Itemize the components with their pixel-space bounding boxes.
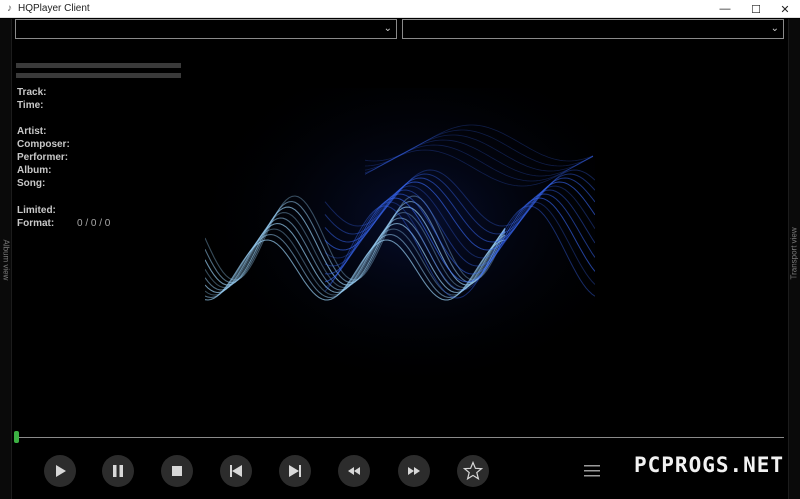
level-bar-1 xyxy=(16,63,181,68)
close-button[interactable]: ✕ xyxy=(770,0,800,18)
waveform-visual xyxy=(205,88,595,380)
pause-icon xyxy=(113,465,123,477)
previous-button[interactable] xyxy=(220,455,252,487)
fast-forward-button[interactable] xyxy=(398,455,430,487)
left-dropdown[interactable]: ⌄ xyxy=(15,19,397,39)
stop-icon xyxy=(172,466,182,476)
rewind-button[interactable] xyxy=(338,455,370,487)
pause-button[interactable] xyxy=(102,455,134,487)
app-icon: ♪ xyxy=(7,3,12,14)
format-label: Format: xyxy=(17,218,55,229)
seek-track[interactable] xyxy=(16,437,784,438)
rewind-icon xyxy=(348,467,360,475)
title-bar: ♪ HQPlayer Client — ☐ ✕ xyxy=(0,0,800,18)
seek-handle[interactable] xyxy=(14,431,19,443)
next-button[interactable] xyxy=(279,455,311,487)
track-label: Track: xyxy=(17,87,47,98)
window-title: HQPlayer Client xyxy=(18,3,90,14)
format-value: 0 / 0 / 0 xyxy=(77,218,111,229)
menu-button[interactable] xyxy=(578,457,606,485)
chevron-down-icon: ⌄ xyxy=(383,23,392,34)
song-label: Song: xyxy=(17,178,46,189)
album-view-label: Album view xyxy=(1,239,11,281)
menu-icon xyxy=(584,465,600,477)
star-icon xyxy=(463,461,483,481)
previous-icon xyxy=(230,465,242,477)
favorite-button[interactable] xyxy=(457,455,489,487)
album-label: Album: xyxy=(17,165,52,176)
stop-button[interactable] xyxy=(161,455,193,487)
level-bar-2 xyxy=(16,73,181,78)
minimize-button[interactable]: — xyxy=(710,0,740,18)
maximize-button[interactable]: ☐ xyxy=(741,0,771,18)
chevron-down-icon: ⌄ xyxy=(770,23,779,34)
transport-view-label: Transport view xyxy=(789,227,799,280)
next-icon xyxy=(289,465,301,477)
visualization xyxy=(205,88,595,380)
right-dropdown[interactable]: ⌄ xyxy=(402,19,784,39)
play-button[interactable] xyxy=(44,455,76,487)
performer-label: Performer: xyxy=(17,152,69,163)
watermark-text: PCPROGS.NET xyxy=(634,453,785,477)
play-icon xyxy=(56,465,66,477)
time-label: Time: xyxy=(17,100,44,111)
composer-label: Composer: xyxy=(17,139,70,150)
limited-label: Limited: xyxy=(17,205,56,216)
artist-label: Artist: xyxy=(17,126,47,137)
fast-forward-icon xyxy=(408,467,420,475)
